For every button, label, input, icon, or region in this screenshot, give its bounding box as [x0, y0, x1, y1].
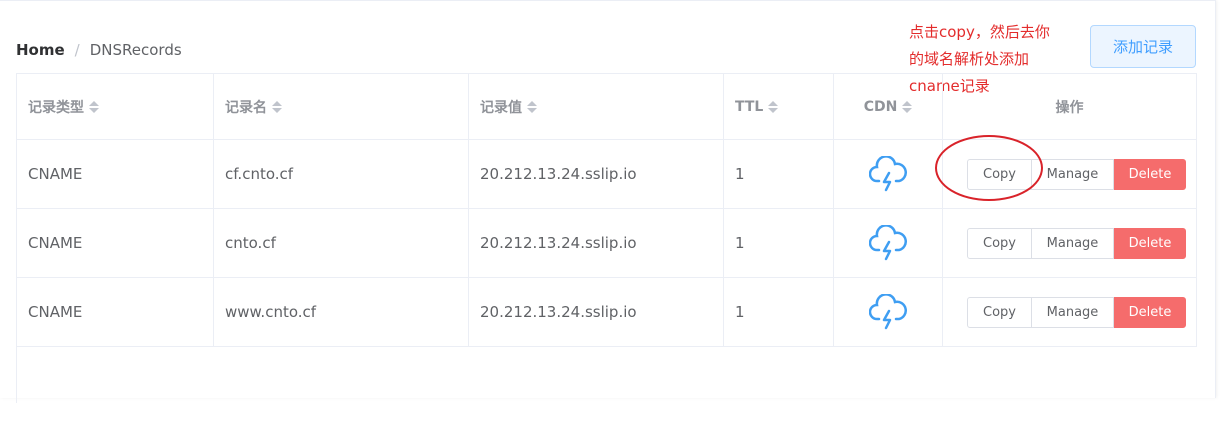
annotation-line-1: 点击copy，然后去你 [909, 23, 1050, 41]
breadcrumb: Home / DNSRecords [16, 41, 182, 59]
column-label: 记录名 [225, 99, 267, 116]
cell-actions: Copy Manage Delete [943, 278, 1197, 346]
action-button-group: Copy Manage Delete [967, 296, 1186, 328]
cloud-lightning-icon[interactable] [869, 294, 907, 330]
copy-button[interactable]: Copy [967, 227, 1032, 259]
column-header-name[interactable]: 记录名 [214, 74, 469, 139]
breadcrumb-current: DNSRecords [89, 41, 182, 59]
sort-icon[interactable] [768, 100, 779, 113]
cloud-lightning-icon[interactable] [869, 156, 907, 192]
add-record-button[interactable]: 添加记录 [1090, 25, 1196, 68]
cell-ttl: 1 [724, 278, 834, 346]
copy-button[interactable]: Copy [967, 158, 1032, 190]
breadcrumb-separator: / [74, 41, 80, 59]
sort-icon[interactable] [272, 100, 282, 113]
sort-icon[interactable] [527, 100, 537, 113]
cell-ttl: 1 [724, 209, 834, 277]
column-label: CDN [863, 98, 898, 115]
column-header-ttl[interactable]: TTL [724, 74, 834, 139]
dns-records-table: 记录类型 记录名 记录值 TTL CDN 操作 CNAME cf.cnto.cf… [16, 73, 1197, 403]
sort-icon[interactable] [902, 100, 913, 113]
cell-name: cf.cnto.cf [214, 140, 469, 208]
column-header-value[interactable]: 记录值 [469, 74, 724, 139]
sort-icon[interactable] [89, 100, 99, 113]
cell-actions: Copy Manage Delete [943, 209, 1197, 277]
delete-button[interactable]: Delete [1114, 296, 1186, 328]
action-button-group: Copy Manage Delete [967, 158, 1186, 190]
cell-ttl: 1 [724, 140, 834, 208]
table-row: CNAME www.cnto.cf 20.212.13.24.sslip.io … [17, 278, 1197, 347]
cell-value: 20.212.13.24.sslip.io [469, 278, 724, 346]
cell-name: cnto.cf [214, 209, 469, 277]
delete-button[interactable]: Delete [1114, 158, 1186, 190]
column-header-cdn[interactable]: CDN [834, 74, 943, 139]
delete-button[interactable]: Delete [1114, 227, 1186, 259]
cell-actions: Copy Manage Delete [943, 140, 1197, 208]
cell-type: CNAME [17, 140, 214, 208]
breadcrumb-home[interactable]: Home [16, 41, 65, 59]
cell-value: 20.212.13.24.sslip.io [469, 209, 724, 277]
cell-cdn [834, 278, 943, 346]
cell-cdn [834, 140, 943, 208]
cell-type: CNAME [17, 278, 214, 346]
cell-name: www.cnto.cf [214, 278, 469, 346]
manage-button[interactable]: Manage [1032, 296, 1114, 328]
column-label: 记录值 [480, 99, 522, 116]
column-label: TTL [735, 98, 764, 115]
action-button-group: Copy Manage Delete [967, 227, 1186, 259]
table-row: CNAME cf.cnto.cf 20.212.13.24.sslip.io 1… [17, 140, 1197, 209]
cell-type: CNAME [17, 209, 214, 277]
copy-button[interactable]: Copy [967, 296, 1032, 328]
column-label: 记录类型 [28, 99, 84, 116]
column-header-type[interactable]: 记录类型 [17, 74, 214, 139]
manage-button[interactable]: Manage [1032, 158, 1114, 190]
table-row: CNAME cnto.cf 20.212.13.24.sslip.io 1 Co… [17, 209, 1197, 278]
table-header: 记录类型 记录名 记录值 TTL CDN 操作 [17, 74, 1197, 140]
column-label: 操作 [1055, 99, 1084, 116]
cell-value: 20.212.13.24.sslip.io [469, 140, 724, 208]
manage-button[interactable]: Manage [1032, 227, 1114, 259]
cell-cdn [834, 209, 943, 277]
column-header-actions: 操作 [943, 74, 1197, 139]
annotation-line-2: 的域名解析处添加 [909, 50, 1030, 68]
cloud-lightning-icon[interactable] [869, 225, 907, 261]
